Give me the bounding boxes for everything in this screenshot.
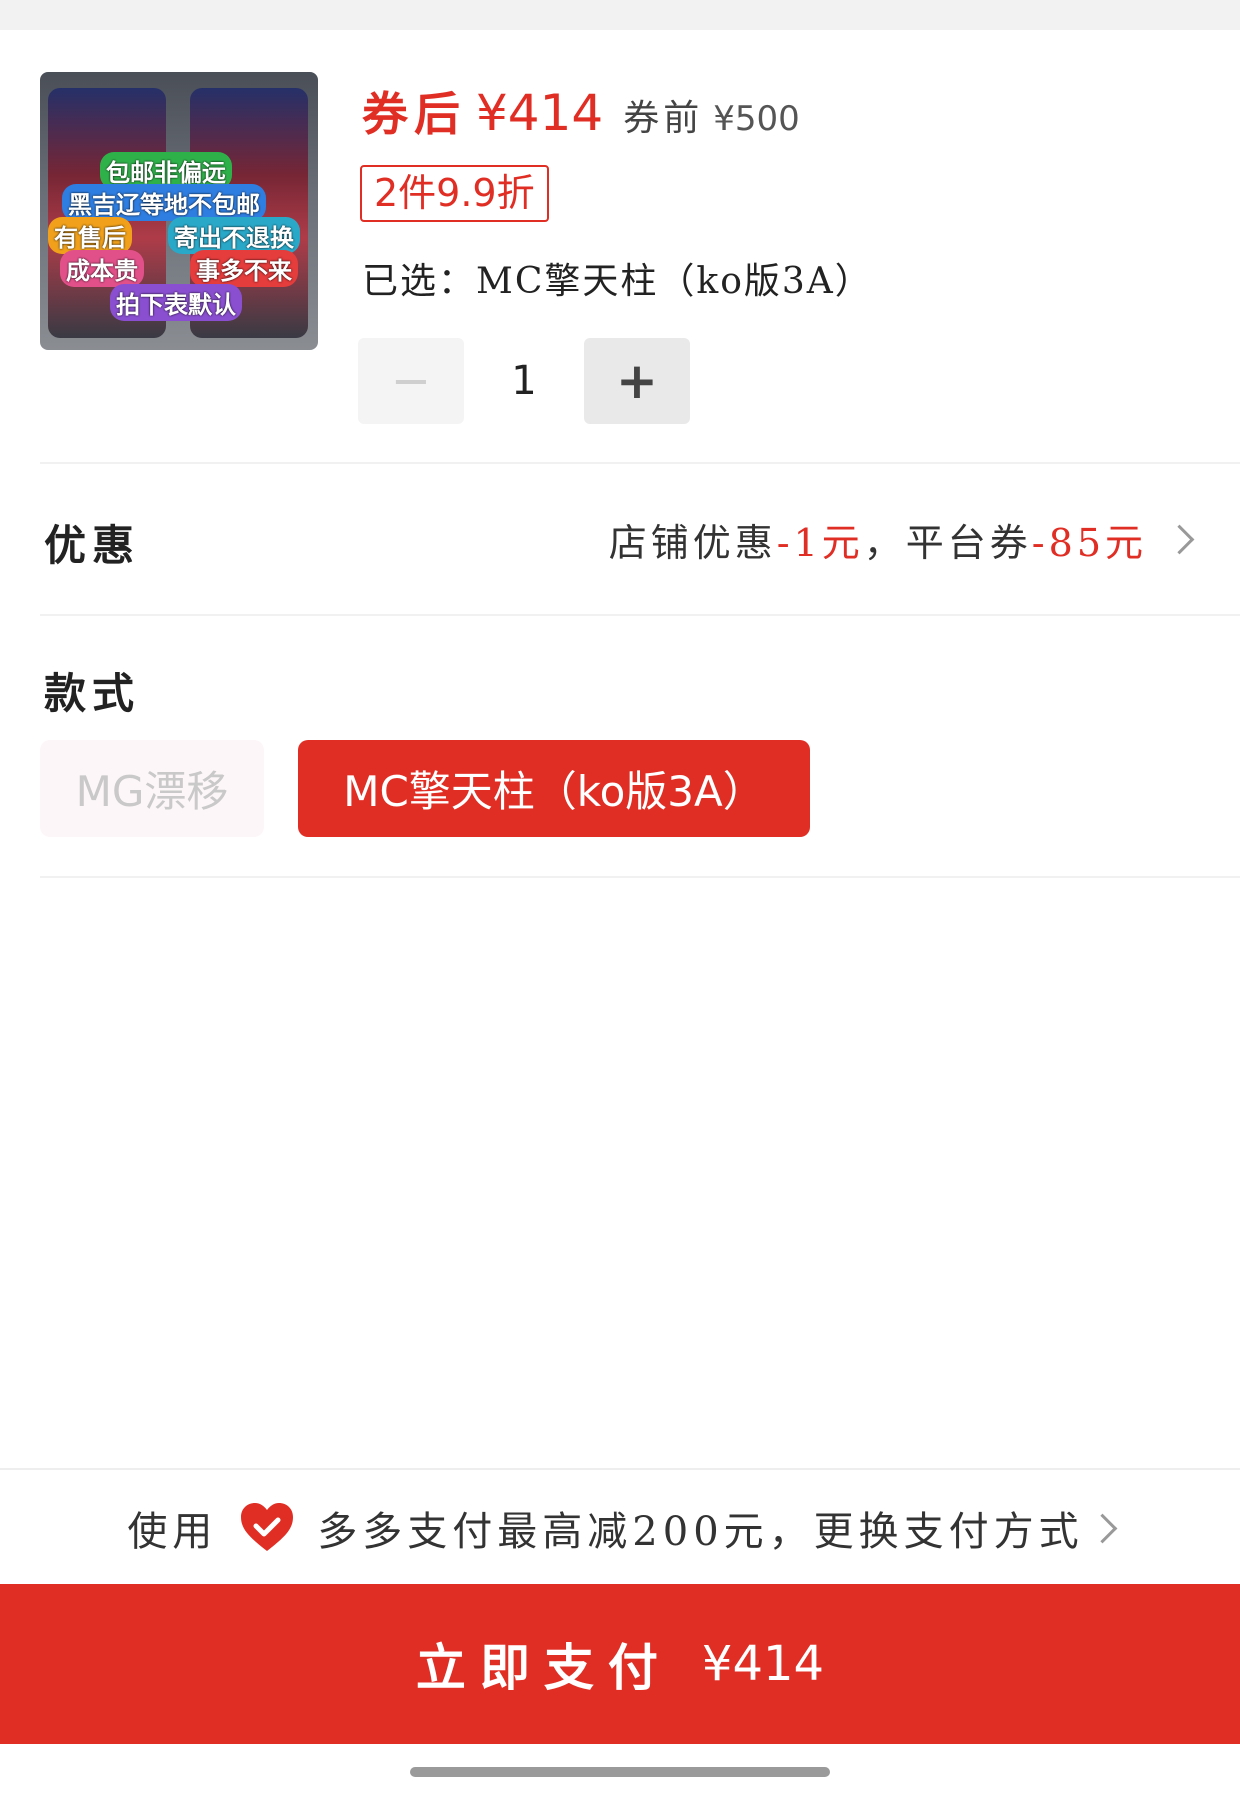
divider <box>40 462 1240 464</box>
quantity-plus-button[interactable]: + <box>584 338 690 424</box>
chevron-right-icon <box>1164 524 1195 555</box>
platform-coupon-value: -85元 <box>1031 521 1147 565</box>
price-row: 券后 ¥414 券前 ¥500 <box>362 78 800 148</box>
chevron-right-icon <box>1087 1513 1118 1543</box>
price-after-label: 券后 <box>362 87 466 141</box>
pay-now-label: 立即支付 <box>415 1638 672 1697</box>
price-after: ¥414 <box>476 84 604 142</box>
platform-coupon-label: 平台券 <box>905 521 1032 565</box>
duoduo-pay-heart-icon <box>239 1501 295 1555</box>
discount-label: 优惠 <box>44 521 141 570</box>
thumbnail-sticker: 成本贵 <box>60 250 144 287</box>
thumbnail-sticker: 拍下表默认 <box>110 284 242 321</box>
price-before-label: 券前 <box>623 98 704 139</box>
top-strip <box>0 0 1240 30</box>
divider <box>40 614 1240 616</box>
shop-discount-value: -1元 <box>776 521 864 565</box>
selected-variant-text: 已选：MC擎天柱（ko版3A） <box>362 261 873 302</box>
quantity-minus-button[interactable]: − <box>358 338 464 424</box>
product-thumbnail: 包邮非偏远 黑吉辽等地不包邮 有售后 寄出不退换 成本贵 事多不来 拍下表默认 <box>40 72 318 350</box>
pay-now-price: ¥414 <box>701 1636 825 1692</box>
divider <box>40 876 1240 878</box>
thumbnail-sticker: 事多不来 <box>190 250 298 287</box>
price-before: ¥500 <box>713 99 800 139</box>
thumbnail-sticker: 黑吉辽等地不包邮 <box>62 184 266 221</box>
thumbnail-sticker: 有售后 <box>48 217 132 254</box>
shop-discount-label: 店铺优惠 <box>608 521 777 565</box>
discount-detail[interactable]: 店铺优惠 -1元 ， 平台券 -85元 <box>608 512 1195 567</box>
minus-icon: − <box>390 353 432 409</box>
quantity-value[interactable]: 1 <box>474 338 574 424</box>
payment-text: 多多支付最高减200元，更换支付方式 <box>317 1509 1084 1555</box>
promo-tag: 2件9.9折 <box>360 165 549 222</box>
thumbnail-sticker: 寄出不退换 <box>168 217 300 254</box>
style-label: 款式 <box>44 669 141 718</box>
discount-separator: ， <box>863 521 906 565</box>
style-option-mc-selected[interactable]: MC擎天柱（ko版3A） <box>298 740 810 837</box>
home-indicator <box>410 1767 830 1777</box>
style-option-mg: MG漂移 <box>40 740 264 837</box>
pay-now-button[interactable]: 立即支付 ¥414 <box>0 1584 1240 1744</box>
payment-prefix: 使用 <box>127 1509 218 1555</box>
plus-icon: + <box>616 352 658 410</box>
payment-method-bar[interactable]: 使用 多多支付最高减200元，更换支付方式 <box>0 1468 1240 1586</box>
